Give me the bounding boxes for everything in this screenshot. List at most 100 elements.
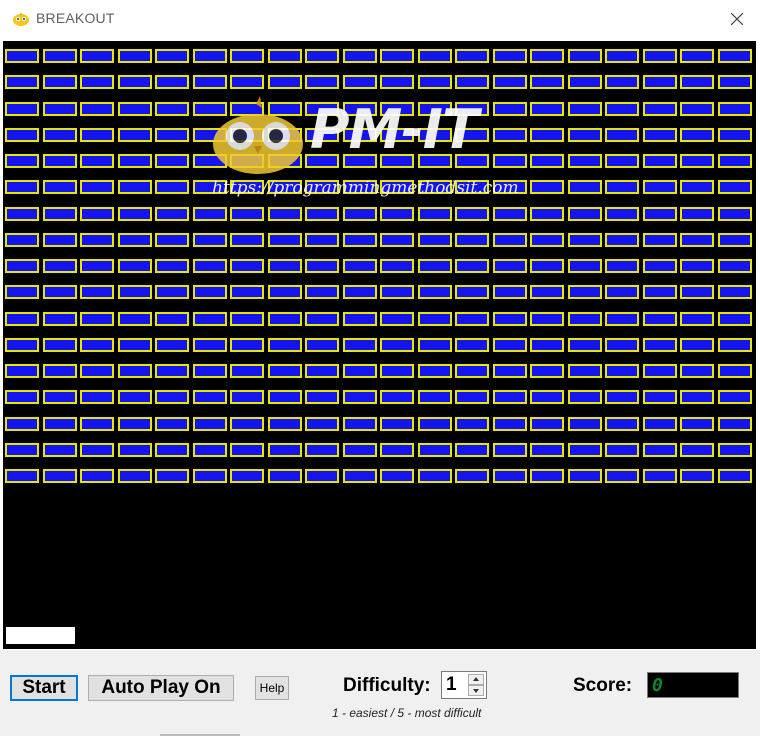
brick [380,206,414,221]
brick [42,180,77,195]
score-value: 0 [652,675,663,696]
brick [230,232,264,247]
brick [155,416,189,431]
brick [230,442,264,457]
brick [80,364,114,378]
brick [117,390,152,405]
brick [80,285,114,300]
brick [5,259,39,273]
brick [717,180,752,195]
brick [717,337,752,352]
autoplay-toggle-button[interactable]: Auto Play On [88,675,234,701]
help-button[interactable]: Help [255,676,289,700]
brick [305,442,339,457]
brick [417,337,452,352]
brick [642,206,677,221]
brick [305,75,339,90]
brick [192,416,227,431]
brick [342,127,377,142]
brick [680,337,714,352]
brick [305,232,339,247]
brick [380,390,414,405]
paddle[interactable] [6,627,75,644]
brick [80,416,114,431]
brick [642,180,677,195]
brick [305,206,339,221]
brick [417,469,452,483]
brick [342,416,377,431]
brick [42,154,77,168]
close-button[interactable] [714,0,760,38]
brick [380,311,414,326]
brick [680,49,714,63]
brick [455,75,489,90]
brick [42,390,77,405]
brick [80,101,114,116]
brick [155,101,189,116]
difficulty-value[interactable]: 1 [446,674,457,696]
brick [455,285,489,300]
brick [230,101,264,116]
brick [530,75,564,90]
brick [267,311,302,326]
brick [492,337,527,352]
brick [680,232,714,247]
brick [417,232,452,247]
brick [80,337,114,352]
brick [605,180,639,195]
brick [605,311,639,326]
decrement-button[interactable] [468,685,484,696]
brick [42,101,77,116]
brick [305,180,339,195]
difficulty-label: Difficulty: [343,675,431,696]
brick [530,364,564,378]
brick [717,75,752,90]
brick [380,259,414,273]
increment-button[interactable] [468,674,484,685]
brick [642,390,677,405]
difficulty-hint: 1 - easiest / 5 - most difficult [332,706,482,720]
start-button[interactable]: Start [10,675,78,701]
brick [455,180,489,195]
brick [642,337,677,352]
brick [5,206,39,221]
brick [305,337,339,352]
brick [492,75,527,90]
brick [305,416,339,431]
brick [680,180,714,195]
brick [230,337,264,352]
brick [567,180,602,195]
brick [192,364,227,378]
brick [417,390,452,405]
difficulty-spinner[interactable]: 1 [441,671,487,699]
brick [530,127,564,142]
brick [605,469,639,483]
brick [80,232,114,247]
game-canvas[interactable]: PM-IT https://programmingmethodsit.com [3,41,756,649]
brick [230,390,264,405]
brick [80,469,114,483]
brick [417,206,452,221]
brick [192,469,227,483]
brick [455,469,489,483]
brick [42,75,77,90]
brick [492,232,527,247]
brick [642,469,677,483]
brick [117,49,152,63]
brick [117,469,152,483]
brick [530,49,564,63]
brick [117,75,152,90]
brick [605,232,639,247]
brick [230,364,264,378]
brick [155,180,189,195]
brick [155,49,189,63]
brick [5,180,39,195]
brick [80,75,114,90]
brick [267,469,302,483]
brick [80,180,114,195]
brick [380,469,414,483]
brick [642,232,677,247]
brick [5,469,39,483]
brick [42,127,77,142]
brick [155,442,189,457]
